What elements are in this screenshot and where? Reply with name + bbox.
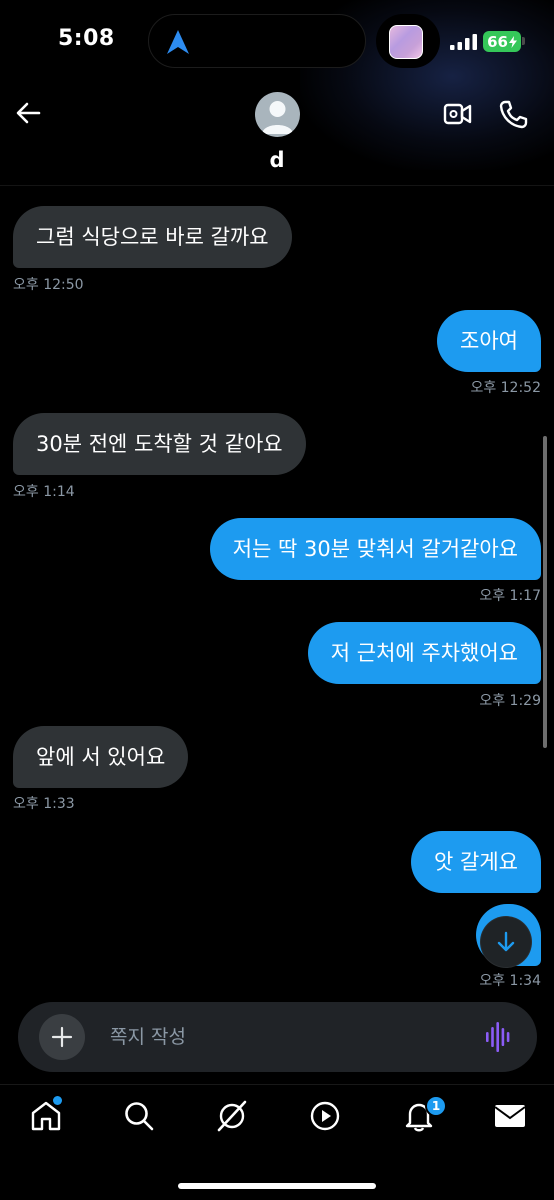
dynamic-island[interactable] bbox=[148, 14, 366, 68]
video-call-icon[interactable] bbox=[443, 100, 473, 128]
search-icon[interactable] bbox=[122, 1099, 156, 1133]
contact-name[interactable]: d bbox=[0, 148, 554, 172]
battery-level: 66 bbox=[487, 32, 508, 51]
avatar[interactable] bbox=[255, 92, 300, 137]
add-attachment-button[interactable] bbox=[39, 1014, 85, 1060]
message-composer bbox=[18, 1002, 537, 1072]
message-bubble-outgoing[interactable]: 앗 갈게요 bbox=[411, 831, 541, 893]
status-bar: 5:08 66 bbox=[0, 0, 554, 170]
default-avatar-icon bbox=[262, 101, 293, 134]
plus-icon bbox=[51, 1026, 73, 1048]
battery-charging-icon: 66 bbox=[483, 31, 521, 52]
grok-icon[interactable] bbox=[215, 1099, 249, 1133]
voice-waveform-icon[interactable] bbox=[485, 1022, 513, 1052]
message-bubble-outgoing[interactable]: 저는 딱 30분 맞춰서 갈거같아요 bbox=[209, 518, 541, 580]
app-thumbnail-icon bbox=[389, 25, 423, 59]
dynamic-island-app[interactable] bbox=[376, 14, 440, 68]
message-bubble-incoming[interactable]: 앞에 서 있어요 bbox=[13, 726, 189, 788]
message-timestamp: 오후 1:34 bbox=[479, 973, 541, 989]
scroll-to-bottom-button[interactable] bbox=[481, 917, 531, 967]
message-timestamp: 오후 1:17 bbox=[479, 588, 541, 604]
navigation-arrow-icon bbox=[167, 30, 189, 54]
bottom-navigation: 1 bbox=[0, 1084, 554, 1200]
phone-call-icon[interactable] bbox=[497, 98, 529, 130]
message-bubble-incoming[interactable]: 30분 전엔 도착할 것 같아요 bbox=[13, 413, 306, 475]
message-bubble-incoming[interactable]: 그럼 식당으로 바로 갈까요 bbox=[13, 206, 292, 268]
video-play-icon[interactable] bbox=[308, 1099, 342, 1133]
message-bubble-outgoing[interactable]: 저 근처에 주차했어요 bbox=[307, 622, 541, 684]
message-list[interactable]: 그럼 식당으로 바로 갈까요 오후 12:50 조아여 오후 12:52 30분… bbox=[0, 186, 554, 990]
conversation-header: d bbox=[0, 84, 554, 186]
message-timestamp: 오후 1:29 bbox=[479, 693, 541, 709]
notification-count-badge: 1 bbox=[425, 1095, 447, 1117]
messages-envelope-icon[interactable] bbox=[493, 1099, 527, 1133]
scrollbar[interactable] bbox=[543, 436, 547, 748]
back-arrow-icon[interactable] bbox=[12, 96, 46, 130]
message-bubble-outgoing[interactable]: 조아여 bbox=[437, 310, 541, 372]
home-unread-dot bbox=[53, 1096, 62, 1105]
message-timestamp: 오후 12:52 bbox=[470, 380, 541, 396]
cellular-signal-icon bbox=[450, 34, 477, 50]
message-timestamp: 오후 1:33 bbox=[13, 796, 75, 812]
status-time: 5:08 bbox=[58, 26, 115, 51]
message-timestamp: 오후 1:14 bbox=[13, 484, 75, 500]
message-timestamp: 오후 12:50 bbox=[13, 277, 84, 293]
arrow-down-icon bbox=[497, 931, 515, 952]
home-indicator[interactable] bbox=[178, 1183, 376, 1189]
battery-nub bbox=[522, 37, 525, 45]
message-input[interactable] bbox=[110, 1002, 450, 1072]
